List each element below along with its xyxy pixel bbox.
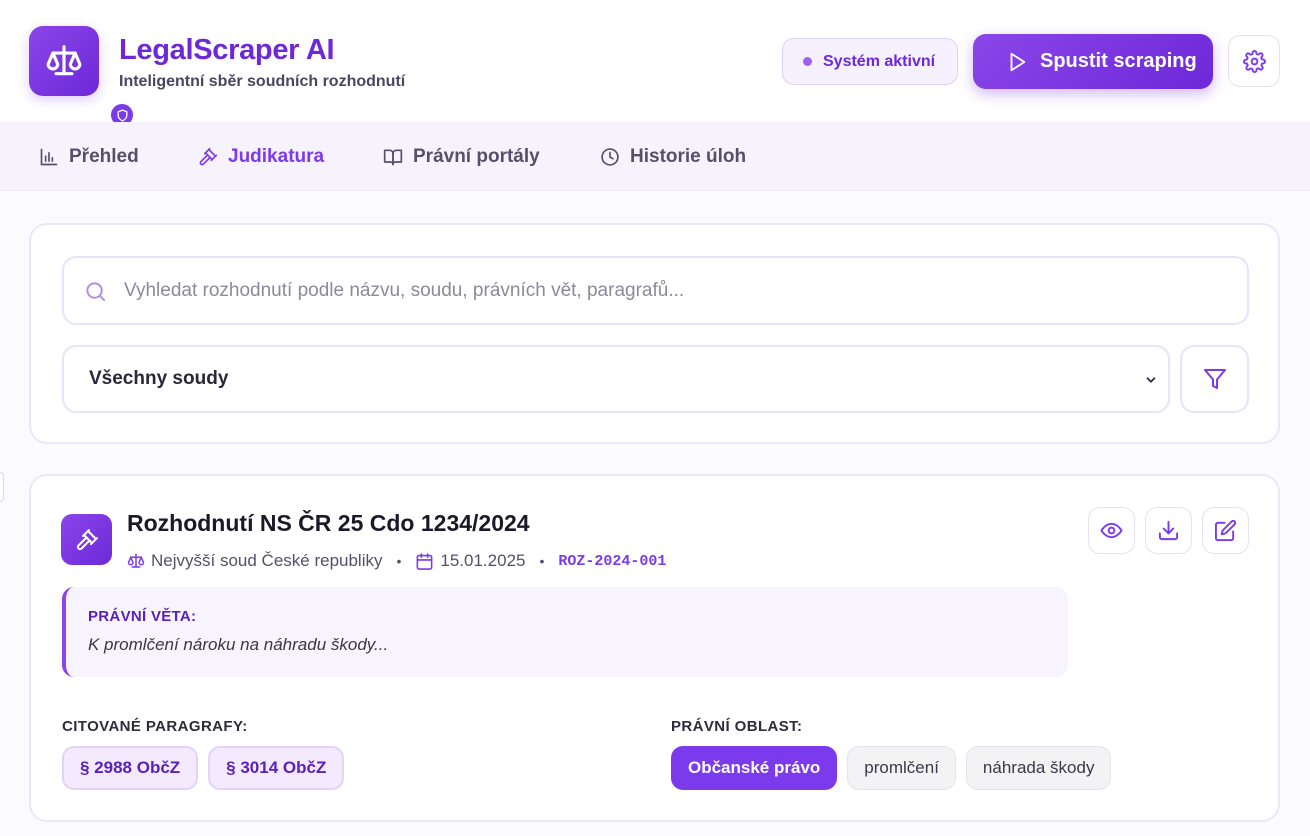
side-handle[interactable] xyxy=(0,472,4,502)
legal-sentence-box: PRÁVNÍ VĚTA: K promlčení nároku na náhra… xyxy=(62,587,1068,677)
filter-icon xyxy=(1203,369,1226,389)
app-logo xyxy=(29,26,135,128)
scale-icon xyxy=(46,45,82,76)
tab-label: Přehled xyxy=(69,145,139,167)
view-button[interactable] xyxy=(1088,507,1135,554)
meta-separator: • xyxy=(396,553,402,569)
scale-icon xyxy=(127,553,145,568)
court-select[interactable]: Všechny soudy xyxy=(62,345,1170,413)
app-subtitle: Inteligentní sběr soudních rozhodnutí xyxy=(119,73,406,90)
legal-area-chip-main[interactable]: Občanské právo xyxy=(671,746,838,790)
download-icon xyxy=(1158,520,1179,541)
chevron-down-icon xyxy=(1146,377,1156,383)
bar-chart-icon xyxy=(40,148,58,165)
tab-prehled[interactable]: Přehled xyxy=(39,122,139,191)
book-icon xyxy=(383,149,403,165)
tab-judikatura[interactable]: Judikatura xyxy=(198,122,324,191)
legal-area-label: PRÁVNÍ OBLAST: xyxy=(671,718,803,735)
shield-icon xyxy=(117,108,127,122)
legal-area-tag[interactable]: promlčení xyxy=(847,746,956,790)
app-header: LegalScraper AI Inteligentní sběr soudní… xyxy=(0,0,1310,128)
main-nav: Přehled Judikatura Právní portály Histor… xyxy=(0,122,1310,191)
legal-area-chips: Občanské právo promlčení náhrada škody xyxy=(671,746,1121,790)
clock-icon xyxy=(601,147,619,166)
gavel-icon xyxy=(199,147,218,165)
paragraph-chip[interactable]: § 3014 ObčZ xyxy=(208,746,345,790)
decision-id: ROZ-2024-001 xyxy=(558,552,667,570)
status-label: Systém aktivní xyxy=(823,52,936,70)
tab-pravni-portaly[interactable]: Právní portály xyxy=(383,122,540,191)
tab-historie-uloh[interactable]: Historie úloh xyxy=(600,122,746,191)
eye-icon xyxy=(1100,522,1123,539)
decision-title[interactable]: Rozhodnutí NS ČR 25 Cdo 1234/2024 xyxy=(127,510,530,537)
paragraph-chips: § 2988 ObčZ § 3014 ObčZ xyxy=(62,746,354,790)
gear-icon xyxy=(1242,49,1266,73)
filter-button[interactable] xyxy=(1180,345,1249,413)
calendar-icon xyxy=(416,552,433,570)
status-dot-icon xyxy=(803,57,812,66)
decision-court: Nejvyšší soud České republiky xyxy=(151,551,383,570)
meta-separator: • xyxy=(539,553,545,569)
tab-label: Judikatura xyxy=(228,145,325,167)
system-status-badge: Systém aktivní xyxy=(782,38,958,85)
paragraphs-label: CITOVANÉ PARAGRAFY: xyxy=(62,718,248,735)
settings-button[interactable] xyxy=(1228,35,1280,87)
paragraph-chip[interactable]: § 2988 ObčZ xyxy=(62,746,199,790)
play-icon xyxy=(1010,52,1026,71)
edit-button[interactable] xyxy=(1202,507,1249,554)
decision-icon-box xyxy=(61,514,112,565)
search-icon xyxy=(86,282,106,302)
download-button[interactable] xyxy=(1145,507,1192,554)
search-input[interactable] xyxy=(124,260,1234,321)
tab-label: Právní portály xyxy=(413,145,540,167)
edit-icon xyxy=(1214,519,1237,542)
decision-card: Rozhodnutí NS ČR 25 Cdo 1234/2024 Nejvyš… xyxy=(29,474,1280,822)
gavel-icon xyxy=(76,528,98,550)
decision-date: 15.01.2025 xyxy=(440,551,526,570)
court-select-value: Všechny soudy xyxy=(89,368,229,389)
search-panel: Všechny soudy xyxy=(29,223,1280,444)
legal-sentence-label: PRÁVNÍ VĚTA: xyxy=(88,608,197,625)
search-field[interactable] xyxy=(62,256,1249,325)
run-scraping-label: Spustit scraping xyxy=(1040,50,1197,72)
decision-meta: Nejvyšší soud České republiky • 15.01.20… xyxy=(127,548,666,574)
legal-sentence-text: K promlčení nároku na náhradu škody... xyxy=(88,635,389,654)
app-title: LegalScraper AI xyxy=(119,34,335,66)
legal-area-tag[interactable]: náhrada škody xyxy=(965,746,1112,790)
tab-label: Historie úloh xyxy=(630,145,747,167)
run-scraping-button[interactable]: Spustit scraping xyxy=(973,34,1213,89)
